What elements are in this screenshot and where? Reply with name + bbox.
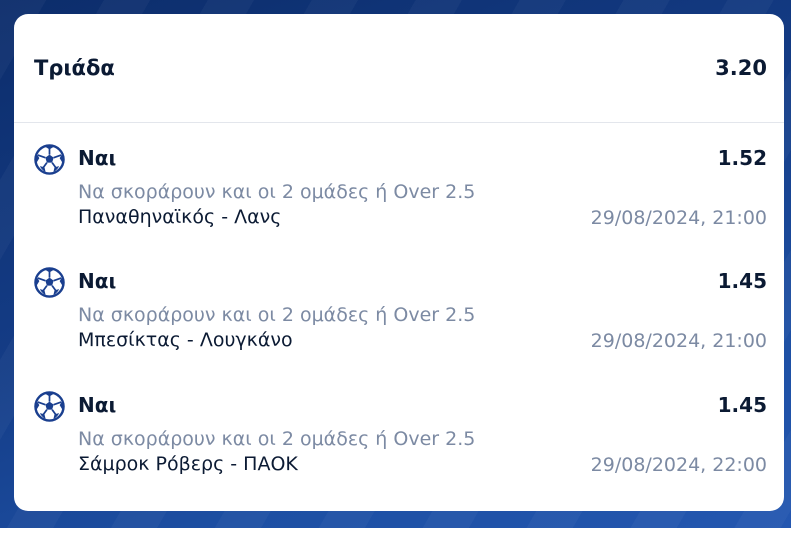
- selection-odds: 1.52: [717, 146, 767, 170]
- selection-row: Ναι 1.52 Να σκοράρουν και οι 2 ομάδες ή …: [14, 144, 784, 244]
- selection-market: Να σκοράρουν και οι 2 ομάδες ή Over 2.5: [78, 181, 476, 203]
- bet-header: Τριάδα 3.20: [14, 14, 784, 123]
- selection-datetime: 29/08/2024, 21:00: [590, 330, 767, 352]
- soccer-ball-icon: [34, 144, 65, 175]
- selection-event: Σάμροκ Ρόβερς - ΠΑΟΚ: [78, 453, 298, 475]
- selection-odds: 1.45: [717, 269, 767, 293]
- selection-market: Να σκοράρουν και οι 2 ομάδες ή Over 2.5: [78, 304, 476, 326]
- selection-pick: Ναι: [78, 146, 117, 170]
- selection-odds: 1.45: [717, 393, 767, 417]
- selection-pick: Ναι: [78, 393, 117, 417]
- selection-event: Παναθηναϊκός - Λανς: [78, 206, 282, 228]
- selection-row: Ναι 1.45 Να σκοράρουν και οι 2 ομάδες ή …: [14, 267, 784, 367]
- selection-event: Μπεσίκτας - Λουγκάνο: [78, 329, 293, 351]
- bet-slip-card: Τριάδα 3.20 Ναι 1.52 Να σκοράρουν και οι…: [14, 14, 784, 511]
- selection-market: Να σκοράρουν και οι 2 ομάδες ή Over 2.5: [78, 428, 476, 450]
- selection-datetime: 29/08/2024, 22:00: [590, 454, 767, 476]
- soccer-ball-icon: [34, 391, 65, 422]
- bet-type-label: Τριάδα: [34, 56, 115, 80]
- selection-datetime: 29/08/2024, 21:00: [590, 207, 767, 229]
- selection-row: Ναι 1.45 Να σκοράρουν και οι 2 ομάδες ή …: [14, 391, 784, 491]
- total-odds: 3.20: [715, 56, 767, 80]
- soccer-ball-icon: [34, 267, 65, 298]
- selection-pick: Ναι: [78, 269, 117, 293]
